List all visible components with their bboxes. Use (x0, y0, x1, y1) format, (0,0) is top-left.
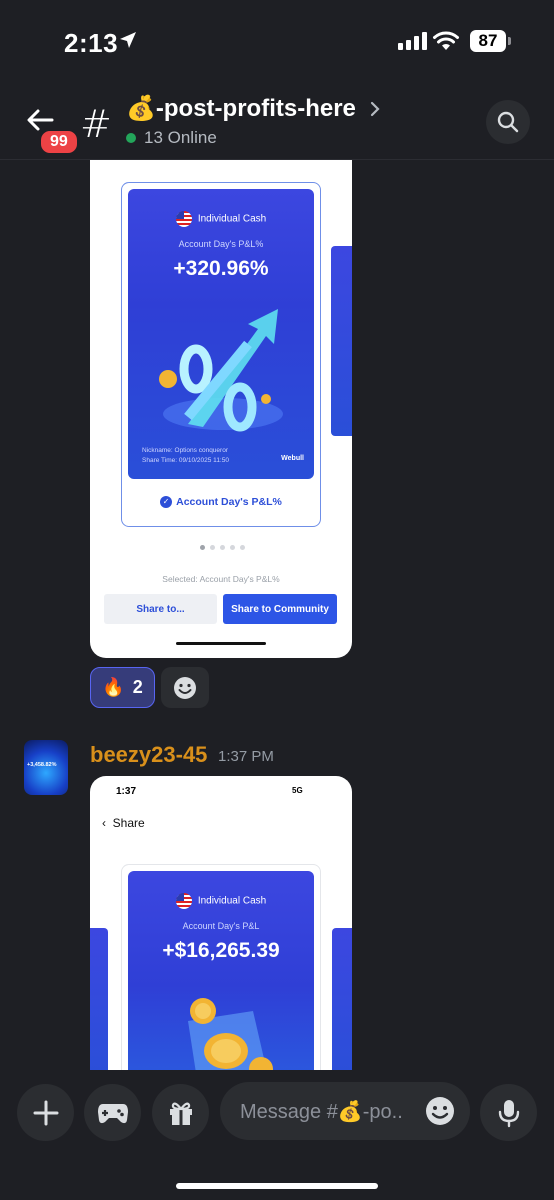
percent-arrow-illustration (159, 309, 283, 432)
card2-title: Individual Cash (128, 893, 314, 909)
add-reaction-button[interactable] (161, 667, 209, 708)
signal-icon (398, 32, 427, 50)
message-composer: Message #💰-po.. (0, 1070, 554, 1200)
activities-button[interactable] (84, 1084, 141, 1141)
username[interactable]: beezy23-45 (90, 742, 207, 768)
coins-illustration (188, 998, 273, 1070)
card-share-time: Share Time: 09/10/2025 11:50 (142, 457, 229, 464)
channel-name-text: -post-profits-here (155, 95, 356, 122)
message-placeholder: Message #💰-po.. (240, 1101, 403, 1123)
card-option-text: Account Day's P&L% (176, 496, 282, 508)
microphone-icon (498, 1099, 519, 1127)
message-timestamp: 1:37 PM (218, 748, 274, 765)
online-count: 13 Online (126, 128, 217, 148)
pnl-card: Individual Cash Account Day's P&L% +320.… (128, 189, 314, 479)
chevron-left-icon: ‹ (102, 816, 106, 830)
status-bar: 2:13 87 (0, 0, 554, 80)
emoji-icon[interactable] (424, 1095, 456, 1127)
card2-subtitle: Account Day's P&L (182, 921, 260, 931)
channel-emoji: 💰 (126, 95, 156, 122)
card2-value: +$16,265.39 (162, 939, 280, 962)
card-option-label: ✓ Account Day's P&L% (122, 496, 320, 509)
channel-name[interactable]: 💰-post-profits-here (126, 94, 356, 123)
add-attachment-button[interactable] (17, 1084, 74, 1141)
fire-emoji: 🔥 (102, 677, 125, 697)
screenshot-home-indicator (176, 642, 266, 645)
gift-button[interactable] (152, 1084, 209, 1141)
card-value: +320.96% (173, 257, 269, 280)
screenshot-back-label: Share (112, 816, 145, 830)
channel-header: 99 # 💰-post-profits-here 13 Online (0, 80, 554, 160)
unread-badge: 99 (38, 128, 80, 156)
next-card-preview-2 (332, 928, 352, 1070)
share-community-button: Share to Community (223, 594, 337, 624)
avatar-text: +3,458.82% (27, 762, 57, 768)
webull-logo: Webull (281, 455, 304, 462)
message-input[interactable]: Message #💰-po.. (220, 1082, 470, 1140)
smiley-add-icon (174, 676, 196, 699)
reaction-fire[interactable]: 🔥 2 (90, 667, 155, 708)
card-subtitle: Account Day's P&L% (178, 239, 264, 249)
gift-icon (169, 1102, 192, 1125)
card-nickname: Nickname: Options conqueror (142, 447, 228, 454)
image-attachment-2[interactable]: 1:37 5G ‹ Share Individual Cash Account … (90, 776, 352, 1070)
wifi-icon (433, 31, 459, 50)
search-button[interactable] (486, 100, 530, 144)
reaction-count: 2 (132, 677, 143, 697)
home-indicator (176, 1183, 378, 1189)
us-flag-icon (175, 211, 192, 227)
pnl-card-2: Individual Cash Account Day's P&L +$16,2… (128, 871, 314, 1070)
card-title-text: Individual Cash (197, 213, 267, 225)
hash-icon: # (80, 102, 112, 146)
selected-label: Selected: Account Day's P&L% (162, 574, 280, 584)
share-card-frame: Individual Cash Account Day's P&L% +320.… (121, 182, 321, 527)
screenshot-time: 1:37 (116, 786, 137, 797)
prev-card-preview (90, 928, 108, 1070)
battery-tip (508, 37, 511, 45)
share-card-frame-2: Individual Cash Account Day's P&L +$16,2… (121, 864, 321, 1070)
online-text: 13 Online (144, 128, 217, 147)
online-dot (126, 133, 136, 143)
gamepad-icon (97, 1103, 128, 1123)
share-to-button: Share to... (104, 594, 217, 624)
chevron-right-icon[interactable] (368, 100, 382, 118)
screenshot-network: 5G (292, 786, 303, 795)
status-time: 2:13 (64, 28, 119, 58)
image-attachment[interactable]: Individual Cash Account Day's P&L% +320.… (90, 160, 352, 658)
carousel-dots (200, 545, 245, 550)
battery-indicator: 87 (470, 30, 506, 52)
avatar[interactable]: +3,458.82% (24, 740, 68, 795)
search-icon (497, 111, 519, 133)
check-icon: ✓ (160, 496, 173, 509)
location-arrow-icon (120, 32, 136, 48)
next-card-preview (331, 246, 352, 436)
voice-button[interactable] (480, 1084, 537, 1141)
us-flag-icon (175, 893, 192, 909)
screenshot-back: ‹ Share (102, 816, 145, 830)
card2-title-text: Individual Cash (197, 895, 267, 907)
plus-icon (33, 1100, 58, 1125)
card-title: Individual Cash (128, 211, 314, 227)
